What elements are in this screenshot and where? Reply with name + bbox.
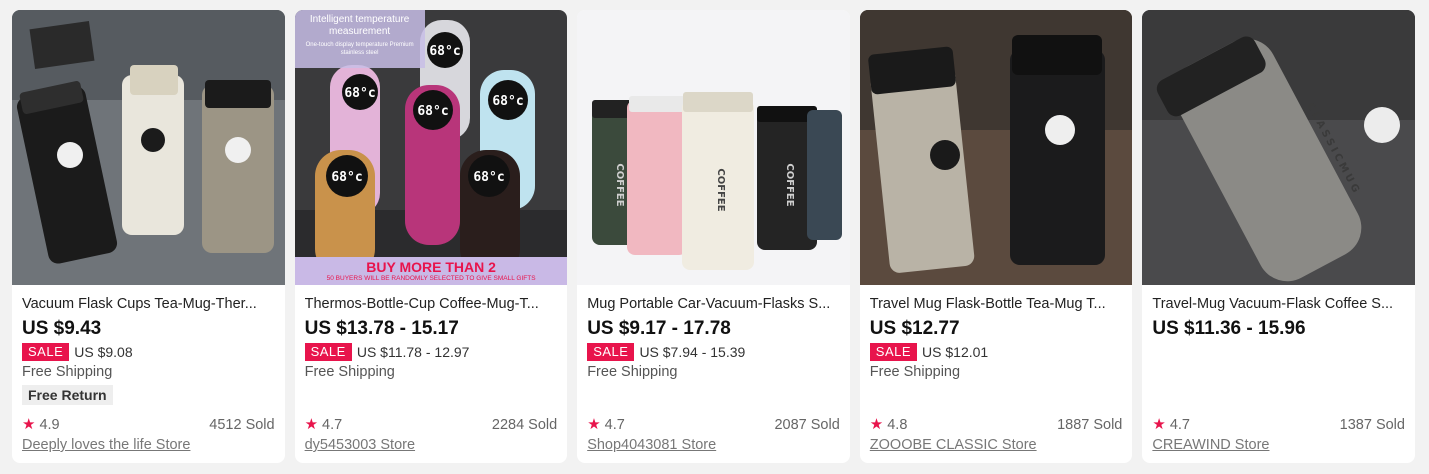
product-price: US $11.36 - 15.96	[1152, 318, 1306, 339]
sold-count: 2087 Sold	[774, 416, 840, 433]
promo-banner-top: Intelligent temperature measurement One-…	[294, 10, 425, 68]
mug-text: COFFEE	[715, 168, 726, 211]
sale-badge: SALE	[869, 342, 918, 361]
rating: ★ 4.9	[22, 415, 60, 435]
product-grid: Vacuum Flask Cups Tea-Mug-Ther... US $9.…	[0, 0, 1429, 463]
star-icon: ★	[869, 416, 884, 433]
sale-price: US $7.94 - 15.39	[639, 343, 746, 360]
star-icon: ★	[22, 416, 36, 433]
shipping-label: Free Shipping	[869, 364, 961, 380]
sold-count: 4512 Sold	[209, 416, 275, 433]
rating: ★ 4.8	[870, 415, 908, 435]
product-price: US $12.77	[869, 318, 960, 339]
temp-readout: 68°c	[429, 44, 460, 59]
store-link[interactable]: dy5453003 Store	[305, 436, 558, 455]
temp-readout: 68°c	[473, 170, 504, 185]
product-price: US $13.78 - 15.17	[304, 318, 459, 339]
shipping-label: Free Shipping	[22, 364, 113, 380]
store-link[interactable]: Deeply loves the life Store	[22, 436, 275, 455]
product-title[interactable]: Vacuum Flask Cups Tea-Mug-Ther...	[22, 295, 275, 314]
sale-badge: SALE	[22, 342, 70, 361]
product-card[interactable]: COFFEE COFFEE COFFEE Mug Portable Car-Va…	[577, 10, 850, 463]
store-link[interactable]: Shop4043081 Store	[587, 436, 840, 455]
sold-count: 2284 Sold	[491, 416, 558, 433]
rating-value: 4.9	[39, 417, 60, 433]
product-title[interactable]: Travel-Mug Vacuum-Flask Coffee S...	[1152, 295, 1405, 314]
rating-value: 4.7	[1169, 417, 1190, 433]
promo-banner-bottom: BUY MORE THAN 2 50 BUYERS WILL BE RANDOM…	[294, 257, 568, 285]
product-card[interactable]: 68°c 68°c 68°c 68°c 68°c 68°c Intelligen…	[294, 10, 568, 463]
rating: ★ 4.7	[1152, 415, 1190, 435]
sale-badge: SALE	[587, 342, 635, 361]
product-image[interactable]: 68°c 68°c 68°c 68°c 68°c 68°c Intelligen…	[294, 10, 568, 285]
rating: ★ 4.7	[587, 415, 625, 435]
star-icon: ★	[587, 416, 601, 433]
product-title[interactable]: Mug Portable Car-Vacuum-Flasks S...	[587, 295, 840, 314]
temp-readout: 68°c	[492, 94, 523, 109]
product-card[interactable]: CLASSICMUG Travel-Mug Vacuum-Flask Coffe…	[1142, 10, 1415, 463]
star-icon: ★	[1152, 416, 1166, 433]
rating-value: 4.7	[322, 417, 343, 433]
product-image[interactable]	[859, 10, 1133, 285]
sale-price: US $12.01	[922, 343, 989, 360]
mug-photo: COFFEE COFFEE COFFEE	[577, 10, 850, 285]
banner-top-text: Intelligent temperature measurement	[309, 14, 410, 37]
product-card[interactable]: Travel Mug Flask-Bottle Tea-Mug T... US …	[859, 10, 1133, 463]
bottle-photo: CLASSICMUG	[1142, 10, 1415, 285]
product-title[interactable]: Travel Mug Flask-Bottle Tea-Mug T...	[870, 295, 1123, 314]
temp-readout: 68°c	[344, 86, 375, 101]
rating: ★ 4.7	[305, 415, 343, 435]
star-icon: ★	[304, 416, 319, 433]
mug-text: COFFEE	[614, 163, 625, 206]
store-link[interactable]: CREAWIND Store	[1152, 436, 1405, 455]
mug-photo	[859, 10, 1133, 285]
shipping-label: Free Shipping	[587, 364, 678, 380]
mug-photo	[12, 10, 285, 285]
rating-value: 4.7	[604, 417, 625, 433]
temp-readout: 68°c	[417, 104, 448, 119]
product-card[interactable]: Vacuum Flask Cups Tea-Mug-Ther... US $9.…	[12, 10, 285, 463]
banner-bottom-text: BUY MORE THAN 2	[366, 259, 496, 275]
sold-count: 1387 Sold	[1339, 416, 1405, 433]
product-image[interactable]: CLASSICMUG	[1142, 10, 1415, 285]
banner-bottom-subtext: 50 BUYERS WILL BE RANDOMLY SELECTED TO G…	[326, 275, 536, 282]
store-link[interactable]: ZOOOBE CLASSIC Store	[870, 436, 1123, 455]
product-price: US $9.43	[22, 318, 102, 339]
rating-value: 4.8	[887, 417, 908, 433]
sale-price: US $9.08	[74, 343, 133, 360]
temp-readout: 68°c	[331, 170, 362, 185]
product-title[interactable]: Thermos-Bottle-Cup Coffee-Mug-T...	[305, 295, 558, 314]
shipping-label: Free Shipping	[304, 364, 395, 380]
sold-count: 1887 Sold	[1057, 416, 1123, 433]
product-image[interactable]: COFFEE COFFEE COFFEE	[577, 10, 850, 285]
sale-price: US $11.78 - 12.97	[356, 343, 470, 360]
mug-text: COFFEE	[784, 163, 795, 206]
product-image[interactable]	[12, 10, 285, 285]
free-return-badge: Free Return	[22, 385, 113, 405]
product-price: US $9.17 - 17.78	[587, 318, 731, 339]
banner-top-subtext: One-touch display temperature Premium st…	[305, 42, 414, 56]
sale-badge: SALE	[304, 342, 352, 361]
